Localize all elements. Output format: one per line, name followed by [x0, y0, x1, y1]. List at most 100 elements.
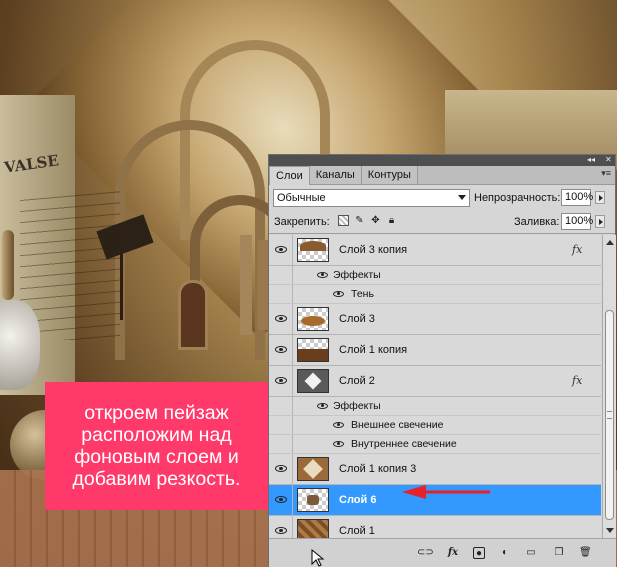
effects-row[interactable]: Эффекты: [269, 397, 601, 416]
caption-text: откроем пейзаж расположим над фоновым сл…: [72, 402, 241, 490]
layer-thumbnail: [297, 519, 329, 538]
thumb-art: [304, 372, 322, 390]
blend-row: Обычные Непрозрачность: 100%: [269, 185, 615, 210]
layer-row[interactable]: Слой 1: [269, 516, 601, 538]
opacity-input[interactable]: 100%: [561, 189, 593, 206]
visibility-toggle[interactable]: [269, 235, 293, 265]
layer-row[interactable]: Слой 3 копия fx: [269, 235, 601, 266]
panel-titlebar[interactable]: ◂◂ ✕: [269, 155, 615, 166]
ornament: [2, 230, 14, 300]
thumb-art: [298, 349, 328, 361]
effect-name: Тень: [351, 288, 374, 300]
lock-pixels-icon[interactable]: ✎: [354, 215, 365, 226]
layer-thumbnail: [297, 457, 329, 481]
adjustment-icon[interactable]: ◐: [499, 547, 511, 559]
visibility-toggle[interactable]: [269, 454, 293, 484]
trash-icon[interactable]: 🗑︎: [579, 547, 592, 559]
eye-icon[interactable]: [317, 403, 328, 409]
fill-label: Заливка:: [514, 216, 560, 228]
fill-slider-button[interactable]: [595, 215, 605, 228]
mask-icon[interactable]: ●: [473, 547, 485, 559]
eye-icon: [275, 377, 287, 384]
close-icon[interactable]: ✕: [605, 155, 612, 165]
lock-position-icon[interactable]: ✥: [370, 215, 381, 226]
layers-scrollbar[interactable]: [602, 235, 616, 538]
layer-name[interactable]: Слой 1: [339, 525, 375, 537]
layer-thumbnail: [297, 369, 329, 393]
effects-row[interactable]: Эффекты: [269, 266, 601, 285]
visibility-column: [269, 435, 293, 453]
visibility-toggle[interactable]: [269, 366, 293, 396]
tab-paths[interactable]: Контуры: [361, 166, 418, 184]
panel-tabs: Слои Каналы Контуры ▾≡: [269, 166, 615, 185]
layer-name[interactable]: Слой 1 копия: [339, 344, 407, 356]
grip-icon: [607, 411, 612, 419]
visibility-column: [269, 416, 293, 434]
lock-row: Закрепить: ✎ ✥ 🔒︎ Заливка: 100%: [269, 210, 615, 234]
layer-name[interactable]: Слой 3: [339, 313, 375, 325]
layer-row[interactable]: Слой 2 fx: [269, 366, 601, 397]
layer-row[interactable]: Слой 1 копия 3: [269, 454, 601, 485]
layer-thumbnail: [297, 238, 329, 262]
eye-icon[interactable]: [333, 291, 344, 297]
layer-name[interactable]: Слой 3 копия: [339, 244, 407, 256]
opacity-slider-button[interactable]: [595, 191, 605, 204]
effects-label: Эффекты: [333, 400, 381, 412]
effect-row[interactable]: Внешнее свечение: [269, 416, 601, 435]
layer-name[interactable]: Слой 2: [339, 375, 375, 387]
eye-icon[interactable]: [333, 441, 344, 447]
effect-row[interactable]: Внутреннее свечение: [269, 435, 601, 454]
visibility-toggle[interactable]: [269, 516, 293, 538]
layer-name[interactable]: Слой 6: [339, 494, 376, 506]
effect-name: Внутреннее свечение: [351, 438, 457, 450]
layer-row[interactable]: Слой 3: [269, 304, 601, 335]
eye-icon: [275, 315, 287, 322]
eye-icon: [275, 346, 287, 353]
visibility-toggle[interactable]: [269, 485, 293, 515]
visibility-column: [269, 266, 293, 284]
lock-all-icon[interactable]: 🔒︎: [386, 215, 397, 226]
layer-row[interactable]: Слой 1 копия: [269, 335, 601, 366]
layer-thumbnail: [297, 307, 329, 331]
blend-mode-select[interactable]: Обычные: [273, 189, 470, 207]
collapse-icon[interactable]: ◂◂: [587, 155, 595, 165]
door: [178, 280, 208, 350]
eye-icon: [275, 496, 287, 503]
visibility-toggle[interactable]: [269, 335, 293, 365]
new-layer-icon[interactable]: ❐: [553, 547, 565, 559]
pillar: [258, 240, 268, 330]
panel-menu-icon[interactable]: ▾≡: [601, 168, 611, 179]
eye-icon[interactable]: [333, 422, 344, 428]
lock-transparency-icon[interactable]: [338, 215, 349, 226]
scroll-thumb[interactable]: [605, 310, 614, 520]
fill-input[interactable]: 100%: [561, 213, 593, 230]
cursor-icon: [311, 549, 325, 567]
group-icon[interactable]: ▭: [525, 547, 537, 559]
red-arrow-annotation: [402, 485, 490, 499]
fx-icon[interactable]: fx: [445, 547, 461, 559]
tab-channels[interactable]: Каналы: [309, 166, 362, 184]
effect-row[interactable]: Тень: [269, 285, 601, 304]
scroll-down-icon[interactable]: [606, 528, 614, 533]
effect-name: Внешнее свечение: [351, 419, 444, 431]
thumb-art: [303, 459, 323, 479]
layer-name[interactable]: Слой 1 копия 3: [339, 463, 416, 475]
tab-layers[interactable]: Слои: [269, 166, 310, 185]
layers-panel[interactable]: ◂◂ ✕ Слои Каналы Контуры ▾≡ Обычные Непр…: [268, 154, 616, 567]
blend-mode-value: Обычные: [277, 192, 326, 204]
eye-icon[interactable]: [317, 272, 328, 278]
pillar: [240, 235, 252, 335]
visibility-toggle[interactable]: [269, 304, 293, 334]
thumb-art: [301, 316, 325, 326]
eye-icon: [275, 527, 287, 534]
fx-badge[interactable]: fx: [572, 374, 582, 387]
eye-icon: [275, 246, 287, 253]
fx-badge[interactable]: fx: [572, 243, 582, 256]
effects-label: Эффекты: [333, 269, 381, 281]
link-icon[interactable]: ⊂⊃: [417, 547, 434, 559]
lock-label: Закрепить:: [274, 216, 330, 228]
visibility-column: [269, 285, 293, 303]
eye-icon: [275, 465, 287, 472]
scroll-up-icon[interactable]: [606, 240, 614, 245]
tutorial-caption: откроем пейзаж расположим над фоновым сл…: [45, 382, 268, 510]
